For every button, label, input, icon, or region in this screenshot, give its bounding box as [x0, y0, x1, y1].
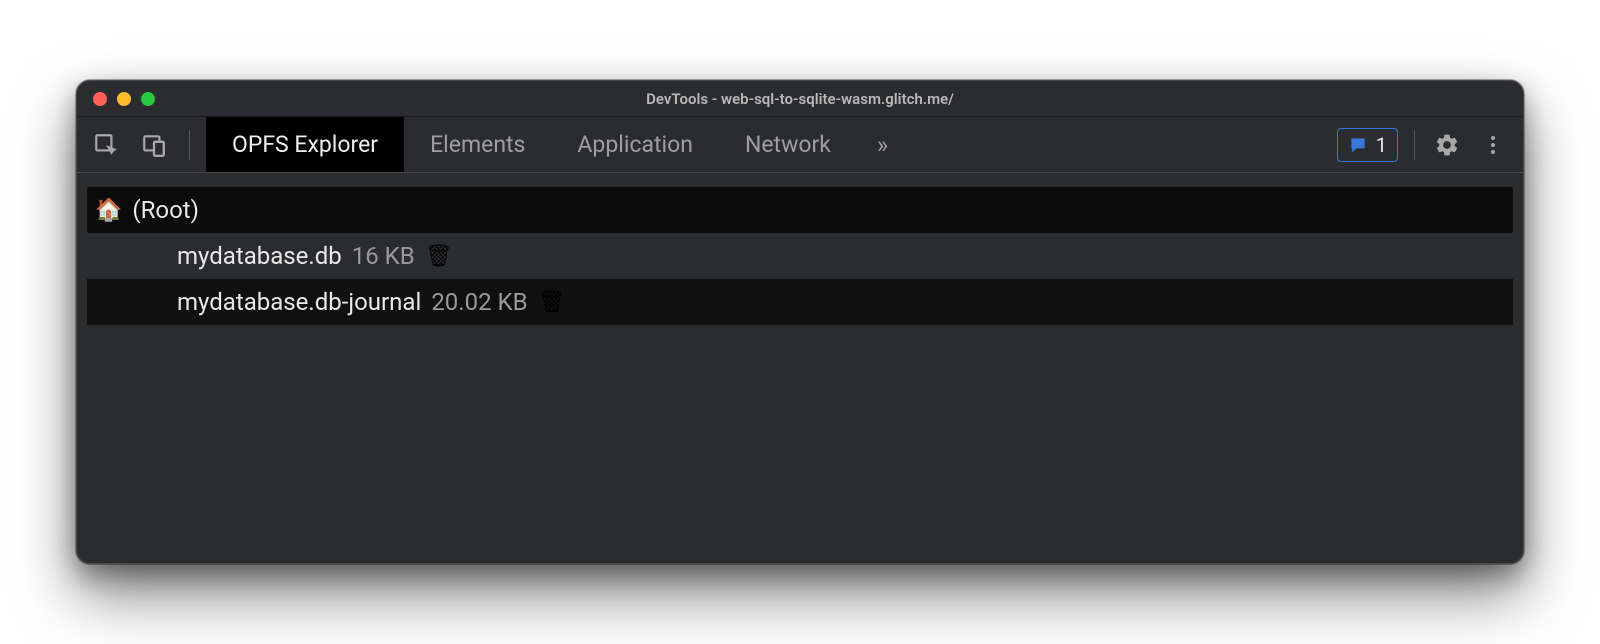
- issues-button[interactable]: 1: [1337, 128, 1398, 162]
- trash-icon[interactable]: 🗑: [425, 244, 453, 269]
- home-icon: 🏠: [95, 198, 122, 223]
- toolbar-divider: [189, 130, 190, 160]
- tab-label: OPFS Explorer: [232, 131, 378, 158]
- devtools-window: DevTools - web-sql-to-sqlite-wasm.glitch…: [76, 80, 1524, 564]
- chevron-double-right-icon: »: [877, 131, 888, 159]
- toolbar-right: 1: [1323, 117, 1523, 172]
- window-maximize-button[interactable]: [141, 92, 155, 106]
- window-title: DevTools - web-sql-to-sqlite-wasm.glitch…: [93, 90, 1507, 108]
- file-name: mydatabase.db-journal: [177, 288, 421, 316]
- file-size: 20.02 KB: [431, 288, 527, 316]
- dots-vertical-icon: [1481, 133, 1505, 157]
- traffic-lights: [93, 92, 155, 106]
- window-close-button[interactable]: [93, 92, 107, 106]
- chat-icon: [1348, 135, 1368, 155]
- tab-label: Elements: [430, 131, 525, 158]
- file-row[interactable]: mydatabase.db 16 KB 🗑: [87, 233, 1513, 279]
- tab-elements[interactable]: Elements: [404, 117, 551, 172]
- tab-label: Network: [745, 131, 831, 158]
- kebab-menu-button[interactable]: [1477, 129, 1509, 161]
- file-row[interactable]: mydatabase.db-journal 20.02 KB 🗑: [87, 279, 1513, 325]
- tab-application[interactable]: Application: [551, 117, 719, 172]
- settings-button[interactable]: [1431, 129, 1463, 161]
- tab-opfs-explorer[interactable]: OPFS Explorer: [206, 117, 404, 172]
- gear-icon: [1434, 132, 1460, 158]
- opfs-tree-panel: 🏠 (Root) mydatabase.db 16 KB 🗑 mydatabas…: [77, 173, 1523, 563]
- toolbar-divider: [1414, 130, 1415, 160]
- toolbar: OPFS Explorer Elements Application Netwo…: [77, 117, 1523, 173]
- issues-count: 1: [1376, 133, 1387, 157]
- tab-label: Application: [577, 131, 693, 158]
- file-size: 16 KB: [352, 242, 415, 270]
- tab-network[interactable]: Network: [719, 117, 857, 172]
- tab-strip: OPFS Explorer Elements Application Netwo…: [206, 117, 1323, 172]
- tree-root-row[interactable]: 🏠 (Root): [87, 187, 1513, 233]
- file-name: mydatabase.db: [177, 242, 342, 270]
- root-label: (Root): [132, 196, 199, 224]
- more-tabs-button[interactable]: »: [857, 117, 908, 172]
- window-minimize-button[interactable]: [117, 92, 131, 106]
- toolbar-left: [77, 117, 206, 172]
- titlebar: DevTools - web-sql-to-sqlite-wasm.glitch…: [77, 81, 1523, 117]
- device-toggle-icon[interactable]: [139, 130, 169, 160]
- inspect-element-icon[interactable]: [91, 130, 121, 160]
- trash-icon[interactable]: 🗑: [538, 290, 566, 315]
